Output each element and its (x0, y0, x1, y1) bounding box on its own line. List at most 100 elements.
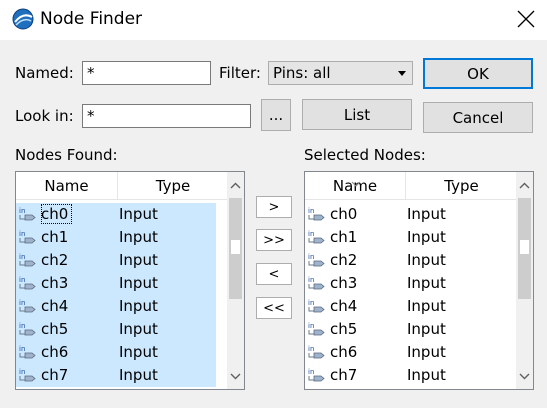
cancel-button[interactable]: Cancel (423, 102, 533, 133)
scrollbar-thumb[interactable] (518, 198, 531, 299)
node-name: ch6 (41, 343, 69, 361)
list-row[interactable]: in ch6 Input (305, 341, 505, 364)
list-row[interactable]: in ch7 Input (16, 364, 216, 387)
node-type: Input (407, 320, 446, 338)
list-button[interactable]: List (302, 99, 412, 130)
filter-label: Filter: (219, 64, 261, 82)
node-type: Input (407, 251, 446, 269)
add-selected-button[interactable]: > (256, 196, 292, 218)
input-pin-icon: in (308, 344, 328, 360)
sort-indicator-icon (351, 173, 361, 191)
list-row[interactable]: in ch5 Input (16, 318, 216, 341)
node-type: Input (407, 228, 446, 246)
node-type: Input (119, 205, 158, 223)
node-name: ch4 (330, 297, 358, 315)
node-type: Input (119, 366, 158, 384)
node-name: ch5 (330, 320, 358, 338)
list-row[interactable]: in ch5 Input (305, 318, 505, 341)
node-name: ch3 (330, 274, 358, 292)
list-row[interactable]: in ch1 Input (305, 226, 505, 249)
node-name: ch5 (41, 320, 69, 338)
node-name: ch2 (330, 251, 358, 269)
list-row[interactable]: in ch6 Input (16, 341, 216, 364)
node-type: Input (407, 297, 446, 315)
window-title: Node Finder (40, 9, 143, 29)
nodes-found-list[interactable]: Name Type in ch0 Input in ch1 Input in ch2 Input… (15, 171, 245, 390)
svg-text:in: in (19, 253, 25, 261)
svg-text:in: in (308, 276, 314, 284)
list-row[interactable]: in ch2 Input (305, 249, 505, 272)
node-type: Input (119, 297, 158, 315)
input-pin-icon: in (19, 252, 39, 268)
column-header-type[interactable]: Type (118, 172, 228, 200)
input-pin-icon: in (308, 321, 328, 337)
list-row[interactable]: in ch2 Input (16, 249, 216, 272)
svg-text:in: in (19, 345, 25, 353)
svg-text:in: in (308, 299, 314, 307)
chevron-up-icon[interactable] (227, 177, 244, 194)
svg-text:in: in (308, 207, 314, 215)
node-name: ch1 (330, 228, 358, 246)
node-name: ch7 (330, 366, 358, 384)
look-in-input[interactable]: * (82, 104, 251, 128)
input-pin-icon: in (19, 206, 39, 222)
node-type: Input (119, 343, 158, 361)
list-row[interactable]: in ch4 Input (305, 295, 505, 318)
svg-text:in: in (19, 276, 25, 284)
add-all-button[interactable]: >> (256, 229, 292, 251)
list-row[interactable]: in ch0 Input (16, 203, 216, 226)
input-pin-icon: in (19, 344, 39, 360)
chevron-down-icon[interactable] (227, 368, 244, 385)
node-type: Input (119, 228, 158, 246)
list-header: Name Type (16, 172, 228, 200)
list-row[interactable]: in ch4 Input (16, 295, 216, 318)
nodes-found-scrollbar[interactable] (227, 172, 244, 389)
chevron-down-icon[interactable] (516, 368, 533, 385)
column-header-name[interactable]: Name (16, 172, 117, 200)
svg-text:in: in (308, 345, 314, 353)
named-input[interactable]: * (82, 61, 211, 85)
node-name: ch4 (41, 297, 69, 315)
list-row[interactable]: in ch0 Input (305, 203, 505, 226)
ok-button[interactable]: OK (423, 58, 533, 89)
node-name: ch6 (330, 343, 358, 361)
chevron-down-icon (398, 71, 406, 76)
input-pin-icon: in (19, 298, 39, 314)
chevron-up-icon[interactable] (516, 177, 533, 194)
column-header-type[interactable]: Type (406, 172, 517, 200)
remove-all-button[interactable]: << (256, 297, 292, 319)
named-label: Named: (15, 64, 74, 82)
node-name: ch1 (41, 228, 69, 246)
list-row[interactable]: in ch3 Input (305, 272, 505, 295)
node-finder-app-icon (12, 8, 34, 30)
svg-text:in: in (19, 322, 25, 330)
list-row[interactable]: in ch7 Input (305, 364, 505, 387)
input-pin-icon: in (19, 275, 39, 291)
selected-nodes-scrollbar[interactable] (516, 172, 533, 389)
input-pin-icon: in (308, 206, 328, 222)
svg-text:in: in (19, 207, 25, 215)
svg-text:in: in (308, 322, 314, 330)
node-type: Input (407, 343, 446, 361)
filter-select[interactable]: Pins: all (268, 61, 413, 85)
input-pin-icon: in (308, 367, 328, 383)
scrollbar-thumb[interactable] (229, 198, 242, 299)
list-row[interactable]: in ch1 Input (16, 226, 216, 249)
list-row[interactable]: in ch3 Input (16, 272, 216, 295)
node-name: ch0 (330, 205, 358, 223)
remove-selected-button[interactable]: < (256, 263, 292, 285)
svg-text:in: in (308, 368, 314, 376)
node-name: ch7 (41, 366, 69, 384)
browse-button[interactable]: ... (261, 99, 291, 131)
svg-text:in: in (19, 368, 25, 376)
selected-nodes-list[interactable]: Name Type in ch0 Input in ch1 Input in ch2 Input… (304, 171, 534, 390)
node-name: ch3 (41, 274, 69, 292)
node-name: ch2 (41, 251, 69, 269)
nodes-found-label: Nodes Found: (15, 146, 118, 164)
node-type: Input (407, 274, 446, 292)
close-icon[interactable] (512, 5, 540, 33)
node-name: ch0 (41, 204, 73, 224)
input-pin-icon: in (308, 275, 328, 291)
input-pin-icon: in (308, 229, 328, 245)
input-pin-icon: in (19, 367, 39, 383)
